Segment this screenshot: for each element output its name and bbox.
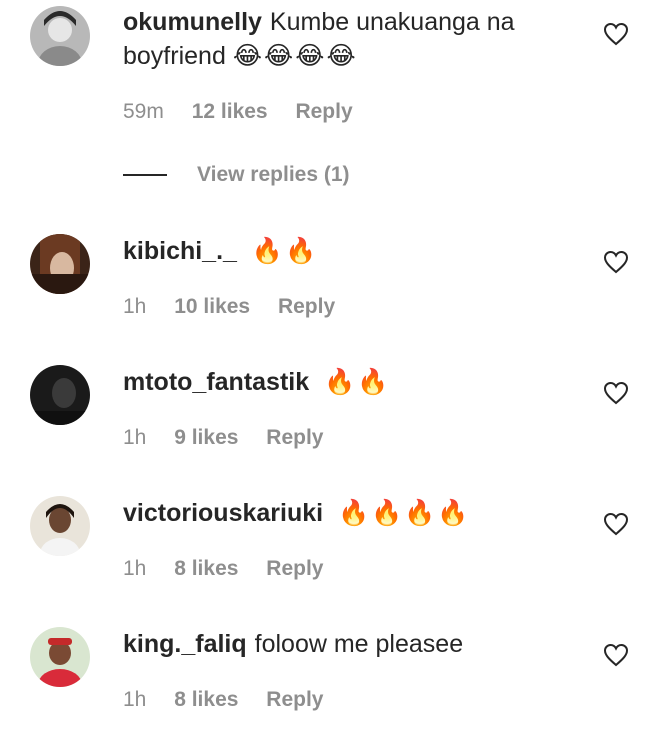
comment-likes[interactable]: 8 likes (174, 688, 238, 711)
comment-text: kibichi_._ 🔥🔥 (123, 234, 563, 268)
comment-time: 59m (123, 100, 164, 123)
comment-time: 1h (123, 426, 147, 449)
comment-meta: 1h 8 likes Reply (123, 688, 345, 712)
comment-text: mtoto_fantastik 🔥🔥 (123, 365, 563, 399)
reply-button[interactable]: Reply (266, 688, 323, 711)
comment-body: foloow me pleasee (254, 630, 464, 658)
comment-username[interactable]: victoriouskariuki (123, 499, 323, 527)
divider-line (123, 174, 167, 176)
heart-icon[interactable] (603, 22, 629, 46)
comment-text: okumunelly Kumbe unakuanga na boyfriend 😂… (123, 5, 563, 73)
heart-icon[interactable] (603, 250, 629, 274)
comment-meta: 1h 10 likes Reply (123, 295, 357, 319)
reply-button[interactable]: Reply (266, 557, 323, 580)
comment-time: 1h (123, 557, 147, 580)
comment-time: 1h (123, 688, 147, 711)
heart-icon[interactable] (603, 381, 629, 405)
comment-likes[interactable]: 9 likes (174, 426, 238, 449)
comment-text: king._faliq foloow me pleasee (123, 627, 563, 661)
comment-meta: 1h 8 likes Reply (123, 557, 345, 581)
comment-username[interactable]: okumunelly (123, 8, 262, 36)
view-replies-button[interactable]: View replies (1) (123, 158, 350, 192)
avatar[interactable] (30, 627, 90, 687)
fire-emoji: 🔥🔥 (251, 236, 319, 265)
comment-meta: 1h 9 likes Reply (123, 426, 345, 450)
view-replies-label[interactable]: View replies (1) (197, 163, 350, 187)
comment-likes[interactable]: 12 likes (192, 100, 268, 123)
fire-emoji: 🔥🔥🔥🔥 (338, 498, 471, 527)
laughing-emoji: 😂😂😂😂 (232, 41, 358, 70)
comment-time: 1h (123, 295, 147, 318)
fire-emoji: 🔥🔥 (324, 367, 391, 396)
heart-icon[interactable] (603, 512, 629, 536)
reply-button[interactable]: Reply (278, 295, 335, 318)
heart-icon[interactable] (603, 643, 629, 667)
reply-button[interactable]: Reply (266, 426, 323, 449)
avatar[interactable] (30, 496, 90, 556)
comment-username[interactable]: king._faliq (123, 630, 247, 658)
comment-username[interactable]: mtoto_fantastik (123, 368, 309, 396)
comment-text: victoriouskariuki 🔥🔥🔥🔥 (123, 496, 563, 530)
avatar[interactable] (30, 6, 90, 66)
avatar[interactable] (30, 234, 90, 294)
reply-button[interactable]: Reply (295, 100, 352, 123)
comment-username[interactable]: kibichi_._ (123, 237, 237, 265)
comment-likes[interactable]: 8 likes (174, 557, 238, 580)
comment-likes[interactable]: 10 likes (174, 295, 250, 318)
comment-meta: 59m 12 likes Reply (123, 100, 375, 124)
avatar[interactable] (30, 365, 90, 425)
